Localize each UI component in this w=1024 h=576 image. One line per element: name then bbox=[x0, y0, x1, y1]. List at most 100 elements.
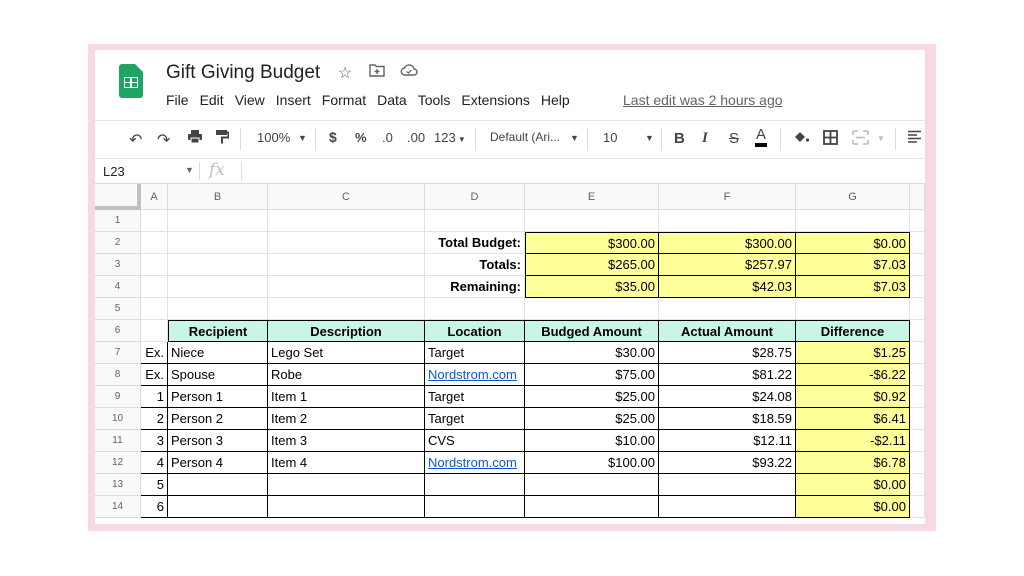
table-cell-diff[interactable]: $1.25 bbox=[796, 342, 910, 364]
table-cell-recipient[interactable]: Spouse bbox=[168, 364, 268, 386]
empty-cell[interactable] bbox=[168, 254, 268, 276]
table-cell-actual[interactable]: $81.22 bbox=[659, 364, 796, 386]
table-cell-actual[interactable] bbox=[659, 474, 796, 496]
table-cell-diff[interactable]: $0.00 bbox=[796, 474, 910, 496]
empty-cell[interactable] bbox=[910, 430, 925, 452]
table-cell-actual[interactable]: $24.08 bbox=[659, 386, 796, 408]
table-cell-description[interactable]: Item 4 bbox=[268, 452, 425, 474]
fill-color-icon[interactable] bbox=[793, 130, 810, 148]
row-header[interactable]: 1 bbox=[95, 210, 141, 232]
location-link[interactable]: Nordstrom.com bbox=[425, 364, 525, 386]
empty-cell[interactable] bbox=[796, 210, 910, 232]
empty-cell[interactable] bbox=[659, 298, 796, 320]
table-cell-location[interactable]: Target bbox=[425, 386, 525, 408]
table-cell-recipient[interactable] bbox=[168, 474, 268, 496]
table-cell-num[interactable]: 3 bbox=[141, 430, 168, 452]
menu-file[interactable]: File bbox=[166, 92, 189, 108]
row-header[interactable]: 8 bbox=[95, 364, 141, 386]
empty-cell[interactable] bbox=[910, 342, 925, 364]
table-cell-num[interactable]: 6 bbox=[141, 496, 168, 518]
row-header[interactable]: 4 bbox=[95, 276, 141, 298]
percent-format-button[interactable]: % bbox=[355, 130, 367, 145]
empty-cell[interactable] bbox=[168, 276, 268, 298]
empty-cell[interactable] bbox=[910, 364, 925, 386]
table-cell-num[interactable]: Ex. bbox=[141, 342, 168, 364]
empty-cell[interactable] bbox=[425, 210, 525, 232]
table-cell-recipient[interactable]: Person 4 bbox=[168, 452, 268, 474]
column-header-f[interactable]: F bbox=[659, 184, 796, 210]
column-header-e[interactable]: E bbox=[525, 184, 659, 210]
decrease-decimal-button[interactable]: .0 bbox=[382, 130, 393, 145]
formula-input[interactable] bbox=[247, 160, 917, 182]
column-header-d[interactable]: D bbox=[425, 184, 525, 210]
table-cell-diff[interactable]: $6.78 bbox=[796, 452, 910, 474]
summary-budget-cell[interactable]: $35.00 bbox=[525, 276, 659, 298]
empty-cell[interactable] bbox=[910, 452, 925, 474]
table-cell-recipient[interactable]: Person 1 bbox=[168, 386, 268, 408]
table-cell-budget[interactable]: $30.00 bbox=[525, 342, 659, 364]
zoom-select[interactable]: 100% bbox=[257, 130, 290, 145]
empty-cell[interactable] bbox=[141, 232, 168, 254]
table-cell-location[interactable]: CVS bbox=[425, 430, 525, 452]
table-cell-recipient[interactable] bbox=[168, 496, 268, 518]
bold-button[interactable]: B bbox=[674, 130, 685, 147]
table-cell-diff[interactable]: $0.92 bbox=[796, 386, 910, 408]
empty-cell[interactable] bbox=[525, 298, 659, 320]
table-cell-actual[interactable]: $28.75 bbox=[659, 342, 796, 364]
table-cell-location[interactable]: Target bbox=[425, 342, 525, 364]
menu-view[interactable]: View bbox=[235, 92, 265, 108]
paint-format-icon[interactable] bbox=[215, 129, 230, 148]
table-cell-location[interactable] bbox=[425, 474, 525, 496]
row-header[interactable]: 10 bbox=[95, 408, 141, 430]
table-cell-diff[interactable]: $6.41 bbox=[796, 408, 910, 430]
move-to-folder-icon[interactable] bbox=[367, 63, 387, 83]
row-header[interactable]: 11 bbox=[95, 430, 141, 452]
table-cell-recipient[interactable]: Person 3 bbox=[168, 430, 268, 452]
summary-diff-cell[interactable]: $0.00 bbox=[796, 232, 910, 254]
last-edit-link[interactable]: Last edit was 2 hours ago bbox=[623, 92, 783, 108]
location-link[interactable]: Nordstrom.com bbox=[425, 452, 525, 474]
column-header-c[interactable]: C bbox=[268, 184, 425, 210]
table-cell-budget[interactable] bbox=[525, 474, 659, 496]
table-cell-description[interactable] bbox=[268, 474, 425, 496]
table-cell-actual[interactable]: $12.11 bbox=[659, 430, 796, 452]
summary-budget-cell[interactable]: $265.00 bbox=[525, 254, 659, 276]
font-size-select[interactable]: 10 bbox=[603, 130, 617, 145]
align-left-icon[interactable] bbox=[907, 130, 922, 147]
font-dropdown-icon[interactable]: ▼ bbox=[570, 133, 579, 143]
undo-icon[interactable]: ↶ bbox=[129, 130, 142, 150]
menu-format[interactable]: Format bbox=[322, 92, 366, 108]
empty-cell[interactable] bbox=[659, 210, 796, 232]
table-cell-budget[interactable]: $75.00 bbox=[525, 364, 659, 386]
table-cell-recipient[interactable]: Person 2 bbox=[168, 408, 268, 430]
menu-data[interactable]: Data bbox=[377, 92, 407, 108]
table-cell-num[interactable]: 4 bbox=[141, 452, 168, 474]
table-cell-num[interactable]: 1 bbox=[141, 386, 168, 408]
empty-cell[interactable] bbox=[268, 298, 425, 320]
table-cell-description[interactable]: Lego Set bbox=[268, 342, 425, 364]
column-header-b[interactable]: B bbox=[168, 184, 268, 210]
row-header[interactable]: 12 bbox=[95, 452, 141, 474]
table-cell-description[interactable]: Item 3 bbox=[268, 430, 425, 452]
row-header[interactable]: 14 bbox=[95, 496, 141, 518]
empty-cell[interactable] bbox=[141, 254, 168, 276]
empty-cell[interactable] bbox=[910, 408, 925, 430]
empty-cell[interactable] bbox=[796, 298, 910, 320]
row-header[interactable]: 5 bbox=[95, 298, 141, 320]
table-cell-description[interactable]: Robe bbox=[268, 364, 425, 386]
table-header-cell[interactable]: Difference bbox=[796, 320, 910, 342]
menu-help[interactable]: Help bbox=[541, 92, 570, 108]
table-cell-num[interactable]: 2 bbox=[141, 408, 168, 430]
empty-cell[interactable] bbox=[268, 276, 425, 298]
empty-cell[interactable] bbox=[168, 210, 268, 232]
borders-icon[interactable] bbox=[823, 130, 838, 148]
zoom-dropdown-icon[interactable]: ▼ bbox=[298, 133, 307, 143]
cloud-status-icon[interactable] bbox=[399, 63, 419, 83]
summary-actual-cell[interactable]: $42.03 bbox=[659, 276, 796, 298]
empty-cell[interactable] bbox=[910, 386, 925, 408]
star-icon[interactable]: ☆ bbox=[335, 63, 355, 83]
table-cell-description[interactable] bbox=[268, 496, 425, 518]
empty-cell[interactable] bbox=[910, 298, 925, 320]
summary-diff-cell[interactable]: $7.03 bbox=[796, 276, 910, 298]
empty-cell[interactable] bbox=[525, 210, 659, 232]
